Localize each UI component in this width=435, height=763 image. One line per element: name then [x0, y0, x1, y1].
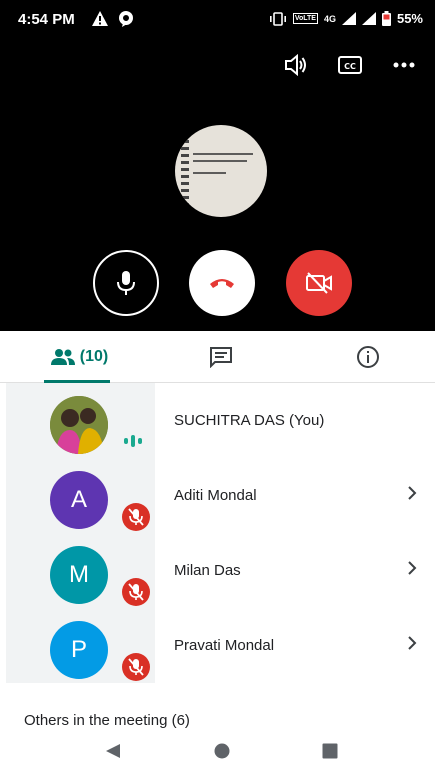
mic-off-icon: [128, 583, 144, 601]
participant-name-column: Pravati Mondal: [155, 608, 435, 683]
speaking-indicator: [124, 435, 142, 447]
meeting-tabs: (10): [0, 331, 435, 383]
participant-row[interactable]: SUCHITRA DAS (You): [6, 383, 435, 458]
captions-button[interactable]: CC: [337, 52, 363, 78]
participant-avatar-column: M: [6, 533, 155, 608]
participant-name-column: Aditi Mondal: [155, 458, 435, 533]
status-bar: 4:54 PM VoLTE 4G 55%: [0, 0, 435, 38]
signal-icon-2: [361, 12, 376, 25]
call-top-actions: CC: [283, 52, 417, 78]
avatar-initial: A: [70, 486, 87, 513]
speaker-icon: [285, 54, 306, 76]
muted-badge: [122, 653, 150, 681]
participant-row[interactable]: P Pravati Mondal: [6, 608, 435, 683]
recents-icon[interactable]: [322, 743, 338, 759]
back-icon[interactable]: [105, 743, 121, 759]
participant-row[interactable]: M Milan Das: [6, 533, 435, 608]
muted-badge: [122, 578, 150, 606]
network-type: 4G: [323, 13, 336, 24]
signal-icon: [341, 12, 356, 25]
avatar-initial: M: [69, 561, 89, 588]
participant-name-column: Milan Das: [155, 533, 435, 608]
chevron-right-icon[interactable]: [407, 635, 417, 651]
status-system-icons: VoLTE 4G 55%: [269, 11, 423, 26]
mic-icon: [117, 271, 135, 295]
people-icon: [50, 349, 75, 365]
participant-name: Aditi Mondal: [174, 487, 257, 504]
end-call-button[interactable]: [189, 250, 255, 316]
mic-off-icon: [128, 658, 144, 676]
avatar: P: [50, 621, 108, 679]
mic-off-icon: [128, 508, 144, 526]
participant-name: Pravati Mondal: [174, 637, 275, 654]
notebook-spiral: [181, 133, 189, 209]
svg-text:CC: CC: [344, 62, 356, 71]
status-notification-icons: [92, 11, 134, 27]
participant-avatar-column: [6, 383, 155, 458]
camera-toggle-button[interactable]: [286, 250, 352, 316]
speaker-button[interactable]: [283, 52, 309, 78]
tab-info[interactable]: [353, 331, 383, 383]
others-in-meeting-header: Others in the meeting (6): [24, 712, 190, 729]
notebook-handwriting: [193, 153, 253, 179]
call-controls: [0, 250, 435, 316]
info-icon: [357, 346, 379, 368]
chat-icon: [210, 347, 232, 368]
navigation-bar: [0, 737, 435, 763]
more-icon: [393, 62, 415, 68]
participant-name-column: SUCHITRA DAS (You): [155, 383, 435, 458]
participant-name: SUCHITRA DAS (You): [174, 412, 325, 429]
chevron-right-icon[interactable]: [407, 485, 417, 501]
status-time: 4:54 PM: [18, 11, 75, 28]
profile-photo: [50, 396, 108, 454]
more-options-button[interactable]: [391, 52, 417, 78]
chat-bubble-icon: [119, 11, 133, 27]
end-call-icon: [210, 279, 234, 288]
avatar: [50, 396, 108, 454]
battery-percentage: 55%: [396, 11, 423, 26]
home-icon[interactable]: [214, 743, 230, 759]
captions-icon: CC: [338, 56, 362, 74]
self-video-preview: [175, 125, 267, 217]
chevron-right-icon[interactable]: [407, 560, 417, 576]
camera-off-icon: [306, 272, 332, 294]
tab-people[interactable]: (10): [44, 331, 114, 383]
participant-avatar-column: A: [6, 458, 155, 533]
participant-avatar-column: P: [6, 608, 155, 683]
avatar-initial: P: [70, 636, 87, 663]
battery-icon: [381, 11, 391, 26]
video-area: 4:54 PM VoLTE 4G 55% CC: [0, 0, 435, 331]
warning-icon: [92, 11, 108, 26]
avatar: A: [50, 471, 108, 529]
muted-badge: [122, 503, 150, 531]
participant-row[interactable]: A Aditi Mondal: [6, 458, 435, 533]
vibrate-icon: [269, 11, 286, 26]
participant-list: SUCHITRA DAS (You) A Aditi Mondal M Mila…: [6, 383, 435, 683]
tab-chat[interactable]: [206, 331, 236, 383]
people-count: (10): [79, 348, 109, 365]
participant-name: Milan Das: [174, 562, 241, 579]
volte-badge: VoLTE: [292, 13, 318, 24]
microphone-button[interactable]: [93, 250, 159, 316]
avatar: M: [50, 546, 108, 604]
